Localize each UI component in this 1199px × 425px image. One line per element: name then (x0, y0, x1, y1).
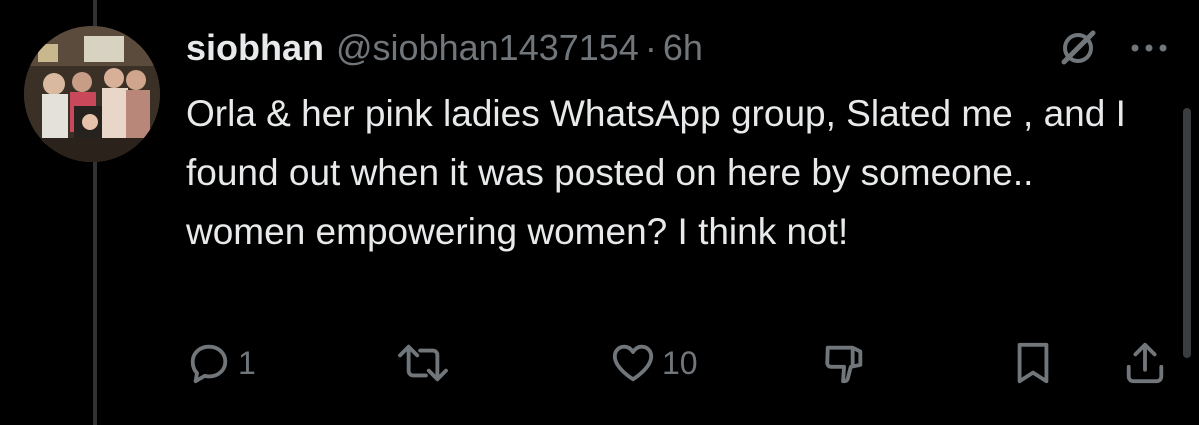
bookmark-button[interactable] (1010, 340, 1056, 386)
grok-icon[interactable] (1058, 28, 1098, 68)
scrollbar[interactable] (1183, 108, 1191, 358)
share-button[interactable] (1122, 340, 1168, 386)
avatar-photo (24, 26, 160, 162)
reply-button[interactable]: 1 (186, 340, 256, 386)
avatar[interactable] (24, 26, 160, 162)
bookmark-icon (1017, 342, 1049, 384)
repost-icon (398, 344, 448, 382)
post-time[interactable]: 6h (663, 27, 703, 69)
downvote-button[interactable] (822, 340, 868, 386)
like-button[interactable]: 10 (610, 340, 698, 386)
share-icon (1126, 342, 1164, 384)
author-display-name[interactable]: siobhan (186, 27, 324, 69)
tweet-text: Orla & her pink ladies WhatsApp group, S… (186, 93, 1126, 252)
reply-count: 1 (238, 344, 256, 381)
reply-icon (190, 344, 228, 384)
like-count: 10 (662, 344, 698, 381)
tweet-header: siobhan @siobhan1437154 · 6h (186, 26, 703, 70)
repost-button[interactable] (396, 340, 450, 386)
separator-dot: · (644, 27, 657, 68)
thumbs-down-icon (825, 345, 863, 384)
more-icon[interactable] (1128, 36, 1170, 60)
heart-icon (612, 344, 654, 382)
author-handle[interactable]: @siobhan1437154 (336, 27, 639, 69)
